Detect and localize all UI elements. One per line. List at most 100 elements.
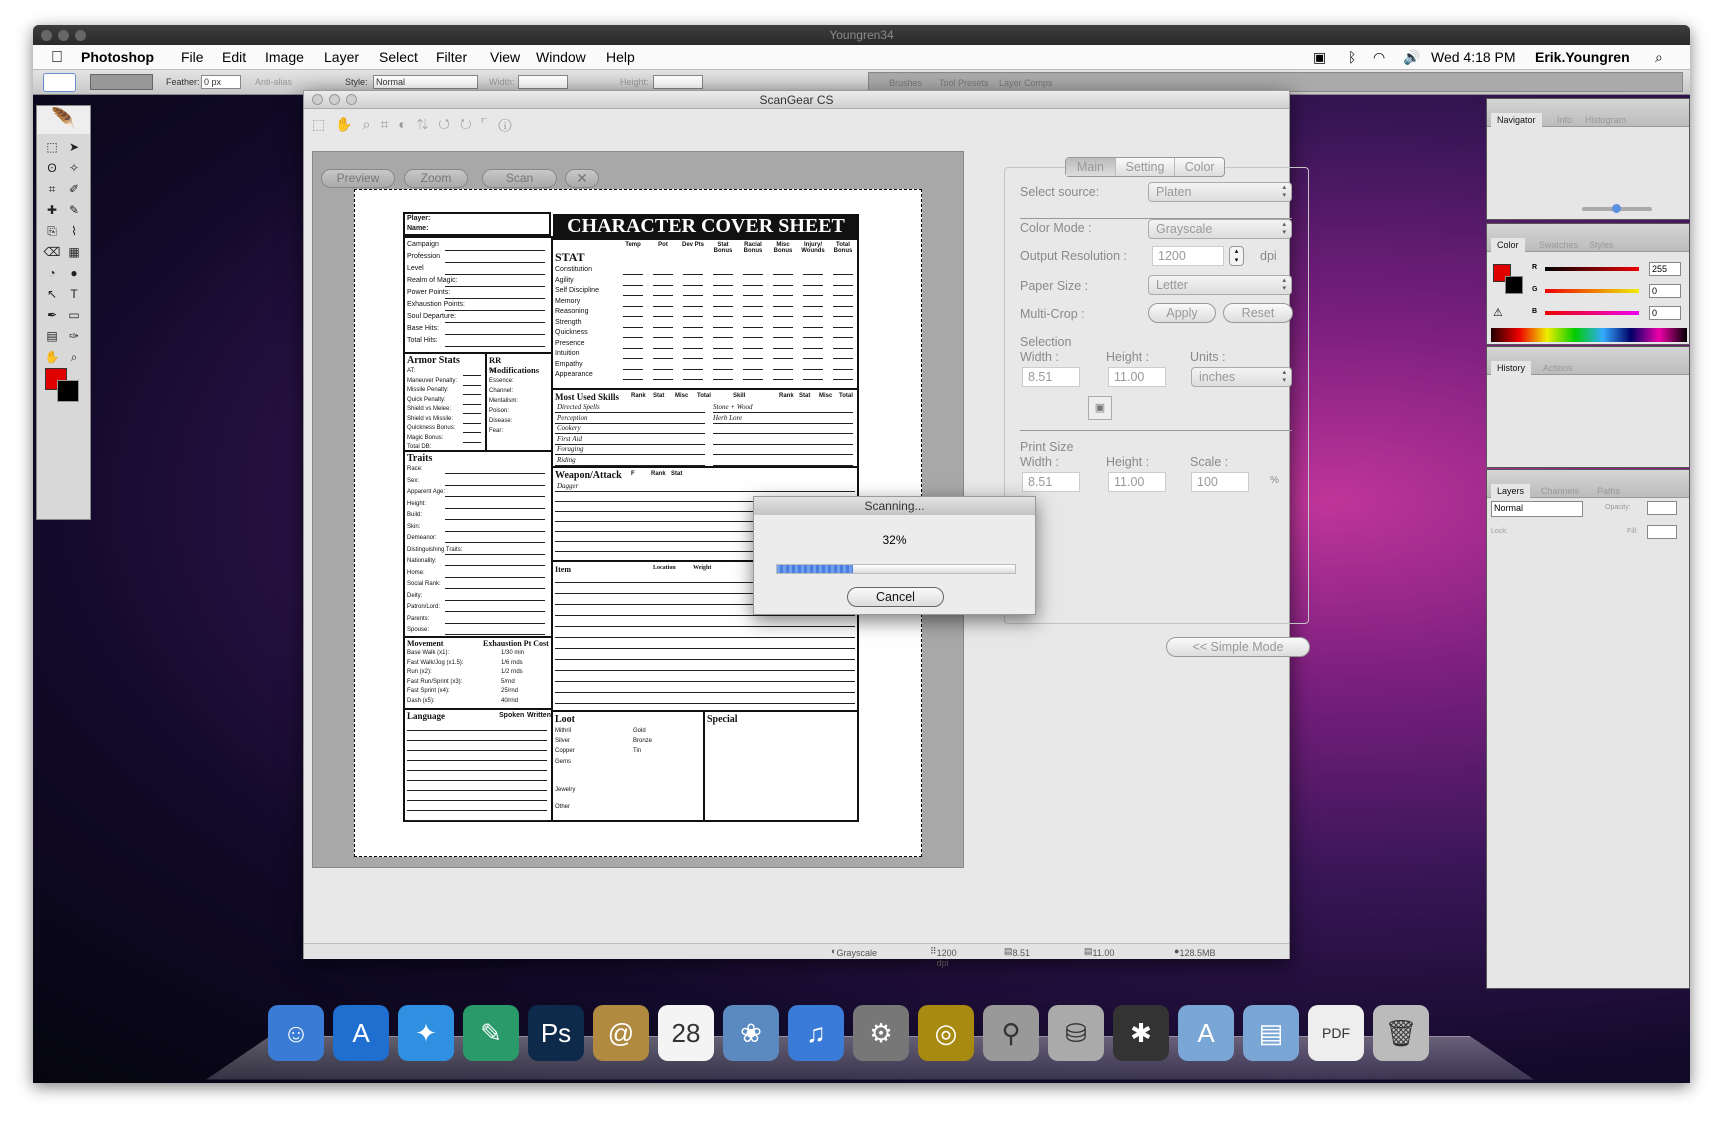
gradient-tool-icon[interactable]: ▦ [64, 243, 84, 261]
fill-input[interactable] [1647, 525, 1677, 539]
disk-utility-dock-icon[interactable]: ⛁ [1048, 1005, 1104, 1061]
auto-crop-icon[interactable]: ⌜ [482, 116, 499, 132]
bluetooth-icon[interactable]: ᛒ [1348, 45, 1356, 70]
photoshop-dock-icon[interactable]: Ps [528, 1005, 584, 1061]
menu-file[interactable]: File [181, 45, 204, 70]
tab-color[interactable]: Color [1491, 238, 1525, 252]
select-source-dropdown[interactable]: Platen [1148, 182, 1292, 202]
antialias-checkbox[interactable]: Anti-alias [255, 77, 292, 87]
selection-mode-buttons[interactable] [90, 74, 153, 90]
wifi-icon[interactable]: ◠ [1373, 45, 1385, 70]
zoom-icon[interactable]: ⌕ [363, 116, 381, 132]
blur-tool-icon[interactable]: ◔ [42, 264, 62, 282]
menu-user[interactable]: Erik.Youngren [1535, 45, 1630, 70]
address-book-dock-icon[interactable]: @ [593, 1005, 649, 1061]
menu-layer[interactable]: Layer [324, 45, 359, 70]
history-brush-tool-icon[interactable]: ⌇ [64, 222, 84, 240]
apply-button[interactable]: Apply [1148, 303, 1216, 323]
zoom-tool-icon[interactable]: ⌕ [64, 348, 84, 366]
width-input[interactable] [518, 75, 568, 89]
paper-size-dropdown[interactable]: Letter [1148, 275, 1292, 295]
display-icon[interactable]: ▣ [1313, 45, 1326, 70]
color-mode-dropdown[interactable]: Grayscale [1148, 219, 1292, 239]
b-input[interactable]: 0 [1649, 306, 1681, 320]
flip-icon[interactable]: ⇅ [417, 116, 438, 132]
g-slider[interactable] [1545, 289, 1639, 293]
menu-select[interactable]: Select [379, 45, 418, 70]
background-color-swatch[interactable] [57, 380, 79, 402]
close-window-button[interactable] [41, 30, 52, 41]
healing-tool-icon[interactable]: ✚ [42, 201, 62, 219]
navigator-zoom-slider[interactable] [1582, 204, 1652, 213]
aspect-lock-icon[interactable]: ▣ [1088, 396, 1112, 420]
lasso-tool-icon[interactable]: ʘ [42, 159, 62, 177]
eraser-tool-icon[interactable]: ⌫ [42, 243, 62, 261]
itunes-dock-icon[interactable]: ♫ [788, 1005, 844, 1061]
apple-icon[interactable]:  [51, 45, 63, 70]
tab-history[interactable]: History [1491, 361, 1532, 375]
palette-tab-layer-comps[interactable]: Layer Comps [999, 78, 1053, 88]
stamp-tool-icon[interactable]: ⎘ [42, 222, 62, 240]
finder-dock-icon[interactable]: ☺ [268, 1005, 324, 1061]
g-input[interactable]: 0 [1649, 284, 1681, 298]
magic-wand-tool-icon[interactable]: ✧ [64, 159, 84, 177]
r-input[interactable]: 255 [1649, 262, 1681, 276]
reset-button[interactable]: Reset [1223, 303, 1293, 323]
menu-app[interactable]: Photoshop [81, 45, 154, 70]
marquee-tool-icon[interactable]: ⬚ [42, 138, 62, 156]
volume-icon[interactable]: 🔊 [1403, 45, 1420, 70]
gamut-warning-icon[interactable]: ⚠ [1493, 306, 1503, 319]
app-store-dock-icon[interactable]: A [333, 1005, 389, 1061]
scan-button[interactable]: Scan [482, 169, 557, 188]
menu-help[interactable]: Help [606, 45, 635, 70]
menu-clock[interactable]: Wed 4:18 PM [1431, 45, 1516, 70]
rotate-left-icon[interactable]: ↺ [438, 116, 460, 132]
applications-folder-dock-icon[interactable]: A [1178, 1005, 1234, 1061]
palette-tab-brushes[interactable]: Brushes [889, 78, 922, 88]
palette-tab-tool-presets[interactable]: Tool Presets [939, 78, 989, 88]
path-select-tool-icon[interactable]: ↖ [42, 285, 62, 303]
units-dropdown[interactable]: inches [1191, 367, 1292, 387]
tab-actions[interactable]: Actions [1543, 361, 1573, 375]
pdf-document-dock-icon[interactable]: PDF [1308, 1005, 1364, 1061]
tab-histogram[interactable]: Histogram [1585, 113, 1626, 127]
zoom-window-button[interactable] [75, 30, 86, 41]
tab-paths[interactable]: Paths [1597, 484, 1620, 498]
tab-setting[interactable]: Setting [1114, 158, 1175, 176]
shape-tool-icon[interactable]: ▭ [64, 306, 84, 324]
notes-tool-icon[interactable]: ▤ [42, 327, 62, 345]
cancel-button[interactable]: Cancel [847, 587, 944, 607]
spotlight-icon[interactable]: ⌕ [1655, 45, 1663, 70]
color-ramp[interactable] [1491, 328, 1687, 342]
minimize-window-button[interactable] [58, 30, 69, 41]
bg-color-swatch[interactable] [1505, 276, 1523, 294]
info-icon[interactable]: ⓘ [498, 116, 521, 132]
tab-layers[interactable]: Layers [1491, 484, 1531, 498]
minimize-window-button[interactable] [329, 94, 340, 105]
marquee-preset-picker[interactable] [43, 73, 76, 92]
type-tool-icon[interactable]: T [64, 285, 84, 303]
output-resolution-input[interactable]: 1200 [1152, 246, 1224, 266]
print-width-input[interactable]: 8.51 [1022, 472, 1080, 492]
blend-mode-select[interactable]: Normal [1491, 501, 1583, 517]
print-height-input[interactable]: 11.00 [1108, 472, 1166, 492]
rotate-right-icon[interactable]: ↻ [460, 116, 482, 132]
slice-tool-icon[interactable]: ✐ [64, 180, 84, 198]
marquee-icon[interactable]: ⬚ [312, 116, 335, 132]
zoom-window-button[interactable] [346, 94, 357, 105]
simple-mode-button[interactable]: << Simple Mode [1166, 637, 1310, 657]
hand-tool-icon[interactable]: ✋ [42, 348, 62, 366]
bluetooth-butler-dock-icon[interactable]: ✱ [1113, 1005, 1169, 1061]
menu-image[interactable]: Image [265, 45, 304, 70]
safari-dock-icon[interactable]: ✦ [398, 1005, 454, 1061]
tab-info[interactable]: Info [1557, 113, 1572, 127]
crop-icon[interactable]: ⌗ [381, 116, 399, 132]
b-slider[interactable] [1545, 311, 1639, 315]
move-tool-icon[interactable]: ➤ [64, 138, 84, 156]
tab-styles[interactable]: Styles [1589, 238, 1614, 252]
style-select[interactable]: Normal [373, 75, 478, 89]
trash-dock-icon[interactable]: 🗑 [1373, 1005, 1429, 1061]
selection-width-input[interactable]: 8.51 [1022, 367, 1080, 387]
brush-tool-icon[interactable]: ✎ [64, 201, 84, 219]
ical-dock-icon[interactable]: 28 [658, 1005, 714, 1061]
